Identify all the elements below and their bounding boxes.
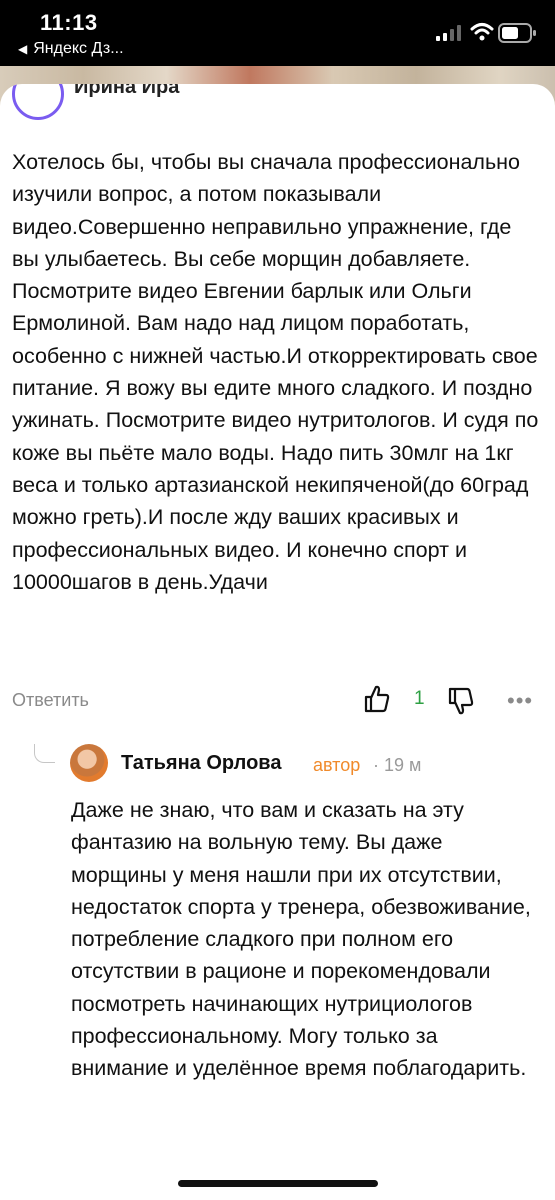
author-badge: автор xyxy=(313,755,361,775)
status-bar: 11:13 ◀ Яндекс Дз... xyxy=(0,0,555,66)
more-options-icon[interactable]: ••• xyxy=(507,688,533,714)
comment-header: Ирина Ира xyxy=(12,84,552,126)
reply-timestamp: · 19 м xyxy=(373,755,422,775)
thumbs-up-icon[interactable] xyxy=(364,684,390,714)
comment-author[interactable]: Ирина Ира xyxy=(74,84,179,99)
comments-sheet: Ирина Ира Хотелось бы, чтобы вы сначала … xyxy=(0,84,555,1200)
comment-text: Хотелось бы, чтобы вы сначала профессион… xyxy=(12,150,539,594)
back-to-app-link[interactable]: ◀ Яндекс Дз... xyxy=(18,40,124,58)
thread-connector xyxy=(34,744,55,763)
reply-button[interactable]: Ответить xyxy=(12,690,89,711)
comment-actions: Ответить 1 ••• xyxy=(12,684,547,720)
wifi-icon xyxy=(470,23,494,41)
signal-icon xyxy=(436,25,461,41)
avatar[interactable] xyxy=(12,84,64,120)
back-arrow-icon: ◀ xyxy=(18,42,28,56)
battery-icon xyxy=(498,23,536,43)
back-app-label: Яндекс Дз... xyxy=(33,40,124,57)
status-time: 11:13 xyxy=(40,10,98,35)
avatar[interactable] xyxy=(70,744,108,782)
thumbs-down-icon[interactable] xyxy=(448,686,474,716)
reply-text: Даже не знаю, что вам и сказать на эту ф… xyxy=(71,798,531,1081)
home-indicator[interactable] xyxy=(178,1180,378,1187)
reply-author[interactable]: Татьяна Орлова xyxy=(121,752,281,775)
like-count: 1 xyxy=(414,688,425,709)
